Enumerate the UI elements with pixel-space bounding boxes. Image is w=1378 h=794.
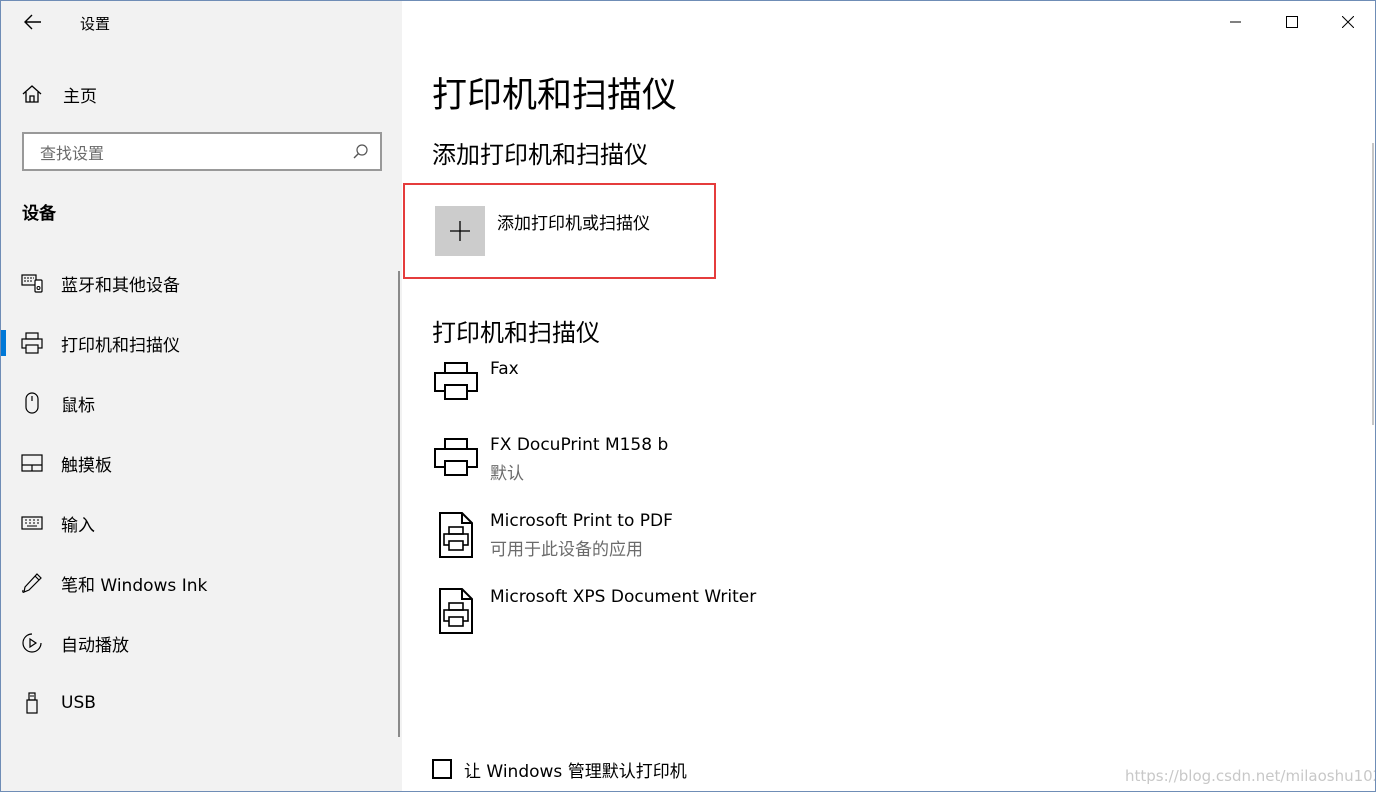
plus-icon [450, 221, 470, 241]
device-item[interactable]: FX DocuPrint M158 b 默认 [432, 435, 852, 499]
maximize-icon [1286, 16, 1298, 28]
add-section-title: 添加打印机和扫描仪 [432, 141, 648, 169]
back-button[interactable] [19, 9, 47, 35]
printer-icon [434, 438, 478, 476]
sidebar-item-typing[interactable]: 输入 [1, 501, 396, 545]
home-nav-item[interactable]: 主页 [21, 79, 97, 109]
close-icon [1342, 16, 1354, 28]
keyboard-icon [20, 512, 44, 534]
sidebar-item-label: 自动播放 [61, 635, 129, 656]
search-icon[interactable] [352, 143, 370, 161]
sidebar: 设置 主页 设备 蓝牙和其他设备 [1, 1, 402, 791]
manage-default-printer-option[interactable]: 让 Windows 管理默认打印机 [432, 755, 687, 783]
sidebar-item-printers[interactable]: 打印机和扫描仪 [1, 321, 396, 365]
device-status: 默认 [490, 464, 524, 484]
selection-indicator [1, 330, 6, 356]
device-item[interactable]: Microsoft XPS Document Writer [432, 587, 852, 651]
touchpad-icon [20, 452, 44, 474]
add-printer-label[interactable]: 添加打印机或扫描仪 [497, 209, 650, 234]
section-title: 设备 [22, 204, 56, 224]
pen-icon [20, 572, 44, 594]
printer-icon [20, 332, 44, 354]
add-printer-highlight: 添加打印机或扫描仪 [403, 183, 716, 279]
checkbox-label: 让 Windows 管理默认打印机 [464, 761, 687, 782]
device-name: Microsoft Print to PDF [490, 511, 673, 531]
search-box[interactable] [22, 132, 382, 171]
page-title: 打印机和扫描仪 [432, 76, 678, 116]
bluetooth-devices-icon [20, 272, 44, 294]
sidebar-item-mouse[interactable]: 鼠标 [1, 381, 396, 425]
device-item[interactable]: Microsoft Print to PDF 可用于此设备的应用 [432, 511, 852, 575]
sidebar-item-pen[interactable]: 笔和 Windows Ink [1, 561, 396, 605]
add-printer-button[interactable] [435, 206, 485, 256]
maximize-button[interactable] [1269, 3, 1315, 41]
device-item[interactable]: Fax [432, 359, 852, 423]
home-label: 主页 [63, 86, 97, 107]
settings-window: 设置 主页 设备 蓝牙和其他设备 [0, 0, 1376, 792]
app-title: 设置 [80, 15, 111, 33]
sidebar-item-bluetooth[interactable]: 蓝牙和其他设备 [1, 261, 396, 305]
watermark: https://blog.csdn.net/milaoshu1020 [1125, 767, 1376, 785]
sidebar-scrollbar[interactable] [398, 271, 400, 737]
device-status: 可用于此设备的应用 [490, 540, 643, 560]
document-printer-icon [439, 588, 473, 634]
sidebar-item-label: 打印机和扫描仪 [61, 335, 180, 356]
mouse-icon [20, 392, 44, 414]
document-printer-icon [439, 512, 473, 558]
main-scrollbar[interactable] [1372, 143, 1374, 425]
sidebar-item-label: 触摸板 [61, 455, 112, 476]
sidebar-item-label: 蓝牙和其他设备 [61, 275, 180, 296]
device-name: Fax [490, 359, 519, 379]
close-button[interactable] [1325, 3, 1371, 41]
sidebar-item-label: 鼠标 [61, 395, 95, 416]
home-icon [22, 85, 42, 103]
device-name: FX DocuPrint M158 b [490, 435, 669, 455]
autoplay-icon [20, 632, 44, 654]
sidebar-item-label: 输入 [61, 515, 95, 536]
sidebar-item-label: USB [61, 693, 96, 713]
minimize-button[interactable] [1213, 3, 1259, 41]
search-input[interactable] [38, 141, 342, 165]
printers-list-title: 打印机和扫描仪 [432, 319, 600, 347]
minimize-icon [1230, 21, 1241, 23]
sidebar-item-autoplay[interactable]: 自动播放 [1, 621, 396, 665]
back-arrow-icon [24, 14, 41, 30]
sidebar-item-touchpad[interactable]: 触摸板 [1, 441, 396, 485]
usb-icon [20, 692, 44, 714]
manage-default-printer-checkbox[interactable] [432, 759, 452, 779]
printer-icon [434, 362, 478, 400]
device-name: Microsoft XPS Document Writer [490, 587, 757, 607]
sidebar-item-label: 笔和 Windows Ink [61, 575, 208, 596]
sidebar-item-usb[interactable]: USB [1, 681, 396, 725]
